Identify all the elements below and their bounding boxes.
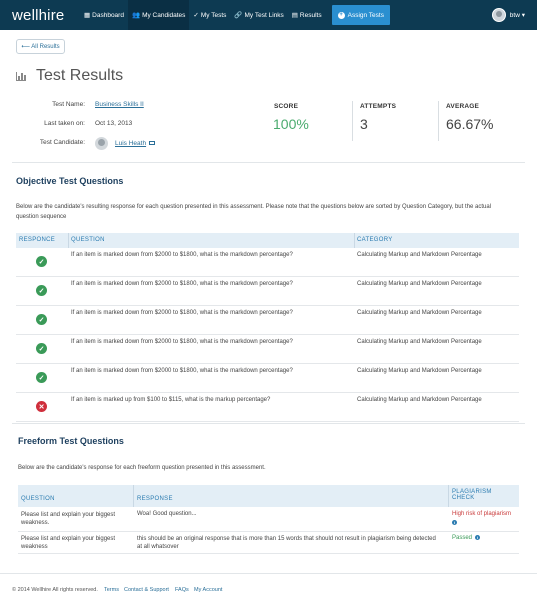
user-name: btw <box>509 12 520 19</box>
divider <box>12 162 525 163</box>
question-text: If an item is marked down from $2000 to … <box>71 281 293 287</box>
question-text: If an item is marked down from $2000 to … <box>71 310 293 316</box>
response-text: Woa! Good question... <box>137 511 197 517</box>
attempts-label: ATTEMPTS <box>360 103 397 110</box>
freeform-description: Below are the candidate's response for e… <box>18 465 266 471</box>
assign-tests-button[interactable]: + Assign Tests <box>331 5 390 25</box>
footer-link-my-account[interactable]: My Account <box>194 587 222 593</box>
table-row: ✓ If an item is marked down from $2000 t… <box>16 335 519 364</box>
objective-section-title: Objective Test Questions <box>16 176 124 186</box>
table-row: ✓ If an item is marked down from $2000 t… <box>16 364 519 393</box>
pass-check-icon: ✓ <box>36 372 47 383</box>
col-category[interactable]: CATEGORY <box>357 237 393 243</box>
objective-table-header: RESPONCE QUESTION CATEGORY <box>16 233 519 248</box>
users-icon: 👥 <box>131 12 141 19</box>
col-response[interactable]: RESPONSE <box>137 496 173 502</box>
category-text: Calculating Markup and Markdown Percenta… <box>357 252 482 258</box>
col-response[interactable]: RESPONCE <box>19 237 55 243</box>
question-text: If an item is marked down from $2000 to … <box>71 252 293 258</box>
pass-check-icon: ✓ <box>36 285 47 296</box>
table-row: ✕ If an item is marked up from $100 to $… <box>16 393 519 422</box>
mail-icon[interactable] <box>149 141 155 145</box>
wellhire-logo[interactable]: wellhire <box>12 7 80 24</box>
category-text: Calculating Markup and Markdown Percenta… <box>357 368 482 374</box>
last-taken-value: Oct 13, 2013 <box>95 120 133 127</box>
attempts-value: 3 <box>360 116 368 132</box>
objective-description: Below are the candidate's resulting resp… <box>16 204 491 220</box>
fail-x-icon: ✕ <box>36 401 47 412</box>
divider <box>12 423 525 424</box>
freeform-table-header: QUESTION RESPONSE PLAGIARISM CHECK <box>18 485 519 507</box>
table-row: ✓ If an item is marked down from $2000 t… <box>16 248 519 277</box>
stat-divider <box>352 101 353 141</box>
results-icon: ▤ <box>291 12 298 19</box>
page: wellhire ▦ Dashboard 👥 My Candidates ✓ M… <box>0 0 537 604</box>
nav-my-tests-label: My Tests <box>200 11 227 19</box>
plus-icon: + <box>337 11 345 19</box>
col-plagiarism[interactable]: PLAGIARISM CHECK <box>452 489 492 501</box>
nav-my-test-links[interactable]: 🔗 My Test Links <box>230 0 287 30</box>
question-text: If an item is marked down from $2000 to … <box>71 339 293 345</box>
category-text: Calculating Markup and Markdown Percenta… <box>357 310 482 316</box>
nav-my-tests[interactable]: ✓ My Tests <box>189 0 230 30</box>
average-value: 66.67% <box>446 116 494 132</box>
test-name-link[interactable]: Business Skills II <box>95 101 144 108</box>
average-label: AVERAGE <box>446 103 480 110</box>
plagiarism-status: High risk of plagiarism <box>452 511 512 517</box>
pass-check-icon: ✓ <box>36 256 47 267</box>
question-text: If an item is marked up from $100 to $11… <box>71 397 271 403</box>
category-text: Calculating Markup and Markdown Percenta… <box>357 397 482 403</box>
link-icon: 🔗 <box>234 12 243 19</box>
question-text: Please list and explain your biggest wea… <box>21 512 116 526</box>
nav-my-candidates[interactable]: 👥 My Candidates <box>127 0 190 30</box>
freeform-section-title: Freeform Test Questions <box>18 436 124 446</box>
footer-link-faqs[interactable]: FAQs <box>175 587 189 593</box>
nav-dashboard[interactable]: ▦ Dashboard <box>80 0 128 30</box>
col-question[interactable]: QUESTION <box>21 496 55 502</box>
candidate-link[interactable]: Luis Heath <box>115 140 146 147</box>
score-value: 100% <box>273 116 309 132</box>
pass-check-icon: ✓ <box>36 343 47 354</box>
bar-chart-icon <box>16 71 26 81</box>
test-name-label: Test Name: <box>52 101 85 108</box>
all-results-button[interactable]: ⟵ All Results <box>16 39 65 54</box>
question-text: If an item is marked down from $2000 to … <box>71 368 293 374</box>
candidate-avatar <box>95 137 108 150</box>
footer-link-contact[interactable]: Contact & Support <box>124 587 169 593</box>
footer-link-terms[interactable]: Terms <box>104 587 119 593</box>
stat-divider <box>438 101 439 141</box>
caret-down-icon: ▾ <box>521 12 525 19</box>
category-text: Calculating Markup and Markdown Percenta… <box>357 339 482 345</box>
table-row: Please list and explain your biggest wea… <box>18 507 519 532</box>
nav-results-label: Results <box>299 11 322 19</box>
candidate-label: Test Candidate: <box>39 139 85 146</box>
page-title: Test Results <box>36 67 124 84</box>
col-question[interactable]: QUESTION <box>71 237 105 243</box>
nav-my-test-links-label: My Test Links <box>244 11 284 19</box>
footer: © 2014 Wellhire All rights reserved. Ter… <box>0 573 537 604</box>
user-menu[interactable]: btw ▾ <box>510 11 525 19</box>
category-text: Calculating Markup and Markdown Percenta… <box>357 281 482 287</box>
last-taken-label: Last taken on: <box>44 120 85 127</box>
info-icon[interactable]: i <box>475 535 480 541</box>
table-row: ✓ If an item is marked down from $2000 t… <box>16 306 519 335</box>
assign-tests-label: Assign Tests <box>347 11 384 19</box>
table-row: ✓ If an item is marked down from $2000 t… <box>16 277 519 306</box>
response-text: this should be an original response that… <box>137 536 436 550</box>
nav-dashboard-label: Dashboard <box>92 11 124 19</box>
info-icon[interactable]: i <box>452 520 457 526</box>
check-icon: ✓ <box>193 12 199 19</box>
copyright: © 2014 Wellhire All rights reserved. <box>12 587 98 593</box>
page-header: Test Results <box>16 67 123 85</box>
question-text: Please list and explain your biggest wea… <box>21 536 116 550</box>
top-navbar: wellhire ▦ Dashboard 👥 My Candidates ✓ M… <box>0 0 537 30</box>
plagiarism-status: Passed <box>452 535 473 541</box>
score-label: SCORE <box>274 103 299 110</box>
user-avatar[interactable] <box>491 8 506 22</box>
table-row: Please list and explain your biggest wea… <box>18 532 519 554</box>
dashboard-icon: ▦ <box>84 12 91 19</box>
pass-check-icon: ✓ <box>36 314 47 325</box>
nav-my-candidates-label: My Candidates <box>142 11 186 19</box>
nav-results[interactable]: ▤ Results <box>288 0 326 30</box>
